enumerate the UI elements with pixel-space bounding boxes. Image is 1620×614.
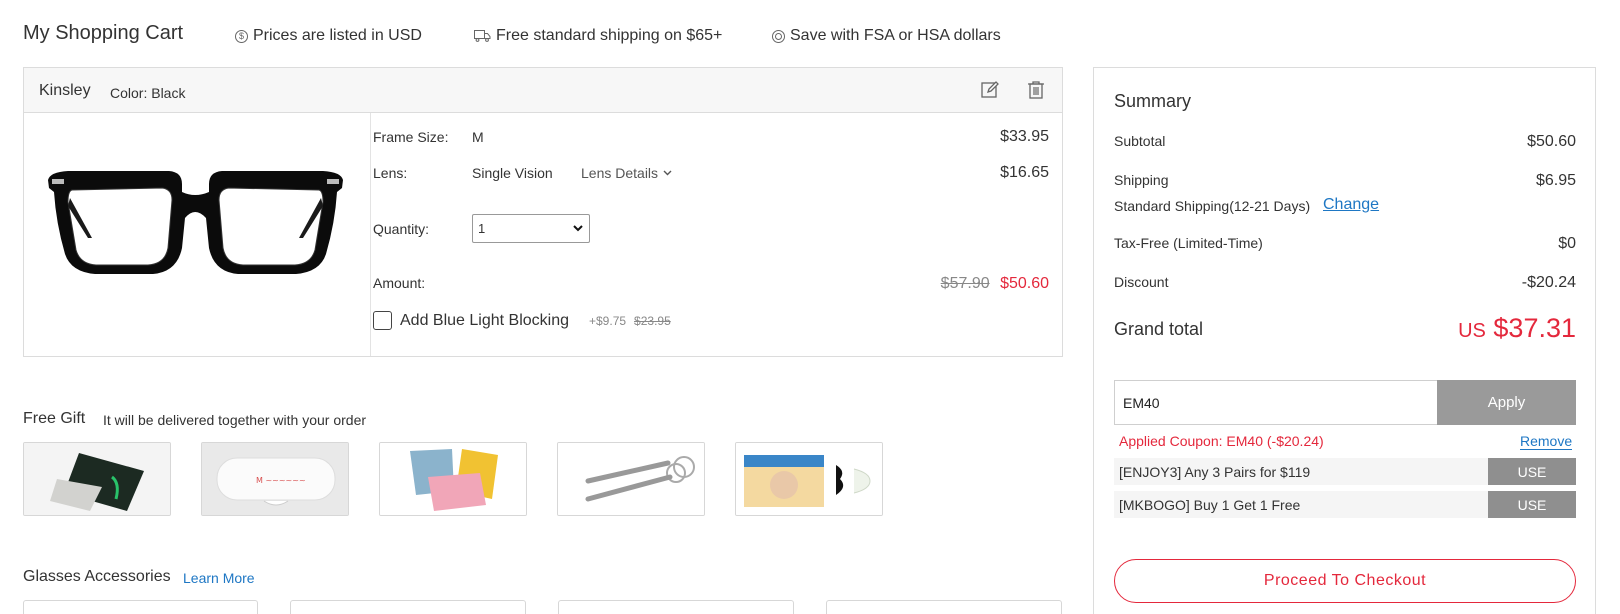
frame-size-value: M [472, 129, 484, 145]
gift-card-microfiber[interactable] [379, 442, 527, 516]
use-coupon-button[interactable]: USE [1488, 491, 1576, 518]
coupon-option-text: [MKBOGO] Buy 1 Get 1 Free [1119, 496, 1301, 513]
product-name[interactable]: Kinsley [39, 82, 91, 100]
shipping-value: $6.95 [1535, 172, 1576, 189]
gift-card-screwdriver[interactable] [557, 442, 705, 516]
product-image-cell [24, 113, 371, 356]
tax-value: $0 [1558, 235, 1576, 252]
nose-pads-image [736, 443, 882, 515]
lens-label: Lens: [373, 165, 408, 181]
proceed-to-checkout-button[interactable]: Proceed To Checkout [1114, 559, 1576, 603]
lens-price: $16.65 [1000, 164, 1049, 181]
gift-card-nosepads[interactable] [735, 442, 883, 516]
page-title: My Shopping Cart [23, 22, 184, 44]
subtotal-label: Subtotal [1114, 133, 1166, 149]
quantity-select[interactable]: 1 [472, 214, 590, 243]
summary-title: Summary [1114, 91, 1192, 111]
edit-icon[interactable] [980, 80, 1000, 100]
blue-light-option[interactable]: Add Blue Light Blocking +$9.75 $23.95 [373, 311, 671, 330]
product-image[interactable] [44, 168, 347, 280]
gift-card-case[interactable]: M ~~~~~~ [201, 442, 349, 516]
screwdriver-kit-image [558, 443, 704, 515]
blue-light-checkbox[interactable] [373, 311, 392, 330]
usd-info-text: Prices are listed in USD [253, 27, 422, 44]
amount-final: $50.60 [1000, 275, 1049, 292]
quantity-label: Quantity: [373, 221, 430, 237]
grand-total-label: Grand total [1114, 319, 1204, 339]
tax-label: Tax-Free (Limited-Time) [1114, 235, 1263, 251]
lens-details-label: Lens Details [581, 165, 659, 181]
cleaning-cloth-image [24, 443, 170, 515]
chevron-down-icon [663, 170, 672, 176]
shipping-info-text: Free standard shipping on $65+ [496, 27, 723, 44]
gift-card-cloth[interactable] [23, 442, 171, 516]
change-shipping-link[interactable]: Change [1323, 196, 1379, 214]
remove-coupon-link[interactable]: Remove [1520, 433, 1573, 450]
quantity-value: 1 [478, 221, 486, 236]
blue-light-original: $23.95 [634, 313, 671, 328]
amount-prices: $57.90 $50.60 [941, 275, 1049, 293]
coupon-option: [ENJOY3] Any 3 Pairs for $119 USE [1114, 458, 1576, 485]
apply-coupon-button[interactable]: Apply [1437, 380, 1576, 425]
blue-light-label: Add Blue Light Blocking [400, 311, 569, 329]
grand-total-amount: $37.31 [1493, 313, 1576, 343]
coupon-input[interactable]: EM40 [1114, 380, 1438, 425]
coupon-input-value: EM40 [1123, 394, 1160, 411]
shipping-label: Shipping [1114, 172, 1169, 188]
discount-label: Discount [1114, 274, 1169, 290]
cart-item-panel: Kinsley Color: Black Frame Size: M $33.9… [23, 67, 1063, 357]
glasses-case-image: M ~~~~~~ [202, 443, 348, 515]
blue-light-price: +$9.75 [589, 313, 627, 328]
amount-original: $57.90 [940, 275, 990, 292]
accessory-card[interactable] [290, 600, 526, 614]
lens-value: Single Vision [472, 165, 553, 181]
coupon-option-text: [ENJOY3] Any 3 Pairs for $119 [1119, 463, 1311, 480]
dollar-icon: $ [235, 29, 248, 43]
trash-icon[interactable] [1026, 80, 1046, 100]
grand-total-currency: US [1458, 320, 1486, 342]
frame-price: $33.95 [1000, 128, 1049, 145]
applied-coupon-text: Applied Coupon: EM40 (-$20.24) [1119, 433, 1324, 449]
accessory-card[interactable] [558, 600, 794, 614]
cart-item-header: Kinsley Color: Black [24, 68, 1062, 113]
free-gift-title: Free Gift [23, 410, 86, 427]
fsa-info-text: Save with FSA or HSA dollars [790, 27, 1001, 44]
discount-value: -$20.24 [1521, 274, 1576, 291]
subtotal-value: $50.60 [1527, 133, 1576, 150]
svg-text:M ~~~~~~: M ~~~~~~ [256, 476, 306, 485]
free-gift-subtitle: It will be delivered together with your … [103, 412, 367, 428]
shipping-info: Free standard shipping on $65+ [474, 27, 722, 45]
product-color: Color: Black [110, 85, 186, 101]
frame-size-label: Frame Size: [373, 129, 449, 145]
accessories-title: Glasses Accessories [23, 568, 171, 585]
grand-total-value: US $37.31 [1458, 313, 1576, 344]
microfiber-cloth-image [380, 443, 526, 515]
amount-label: Amount: [373, 275, 426, 291]
circle-icon [772, 29, 785, 43]
usd-info: $ Prices are listed in USD [235, 27, 422, 45]
accessory-card[interactable] [23, 600, 258, 614]
coupon-option: [MKBOGO] Buy 1 Get 1 Free USE [1114, 491, 1576, 518]
chevron-down-icon [573, 225, 583, 232]
truck-icon [474, 30, 491, 42]
use-coupon-button[interactable]: USE [1488, 458, 1576, 485]
fsa-info: Save with FSA or HSA dollars [772, 27, 1001, 45]
learn-more-link[interactable]: Learn More [183, 570, 255, 586]
shipping-method: Standard Shipping(12-21 Days) [1114, 198, 1311, 214]
accessory-card[interactable] [826, 600, 1062, 614]
lens-details-toggle[interactable]: Lens Details [581, 165, 672, 181]
